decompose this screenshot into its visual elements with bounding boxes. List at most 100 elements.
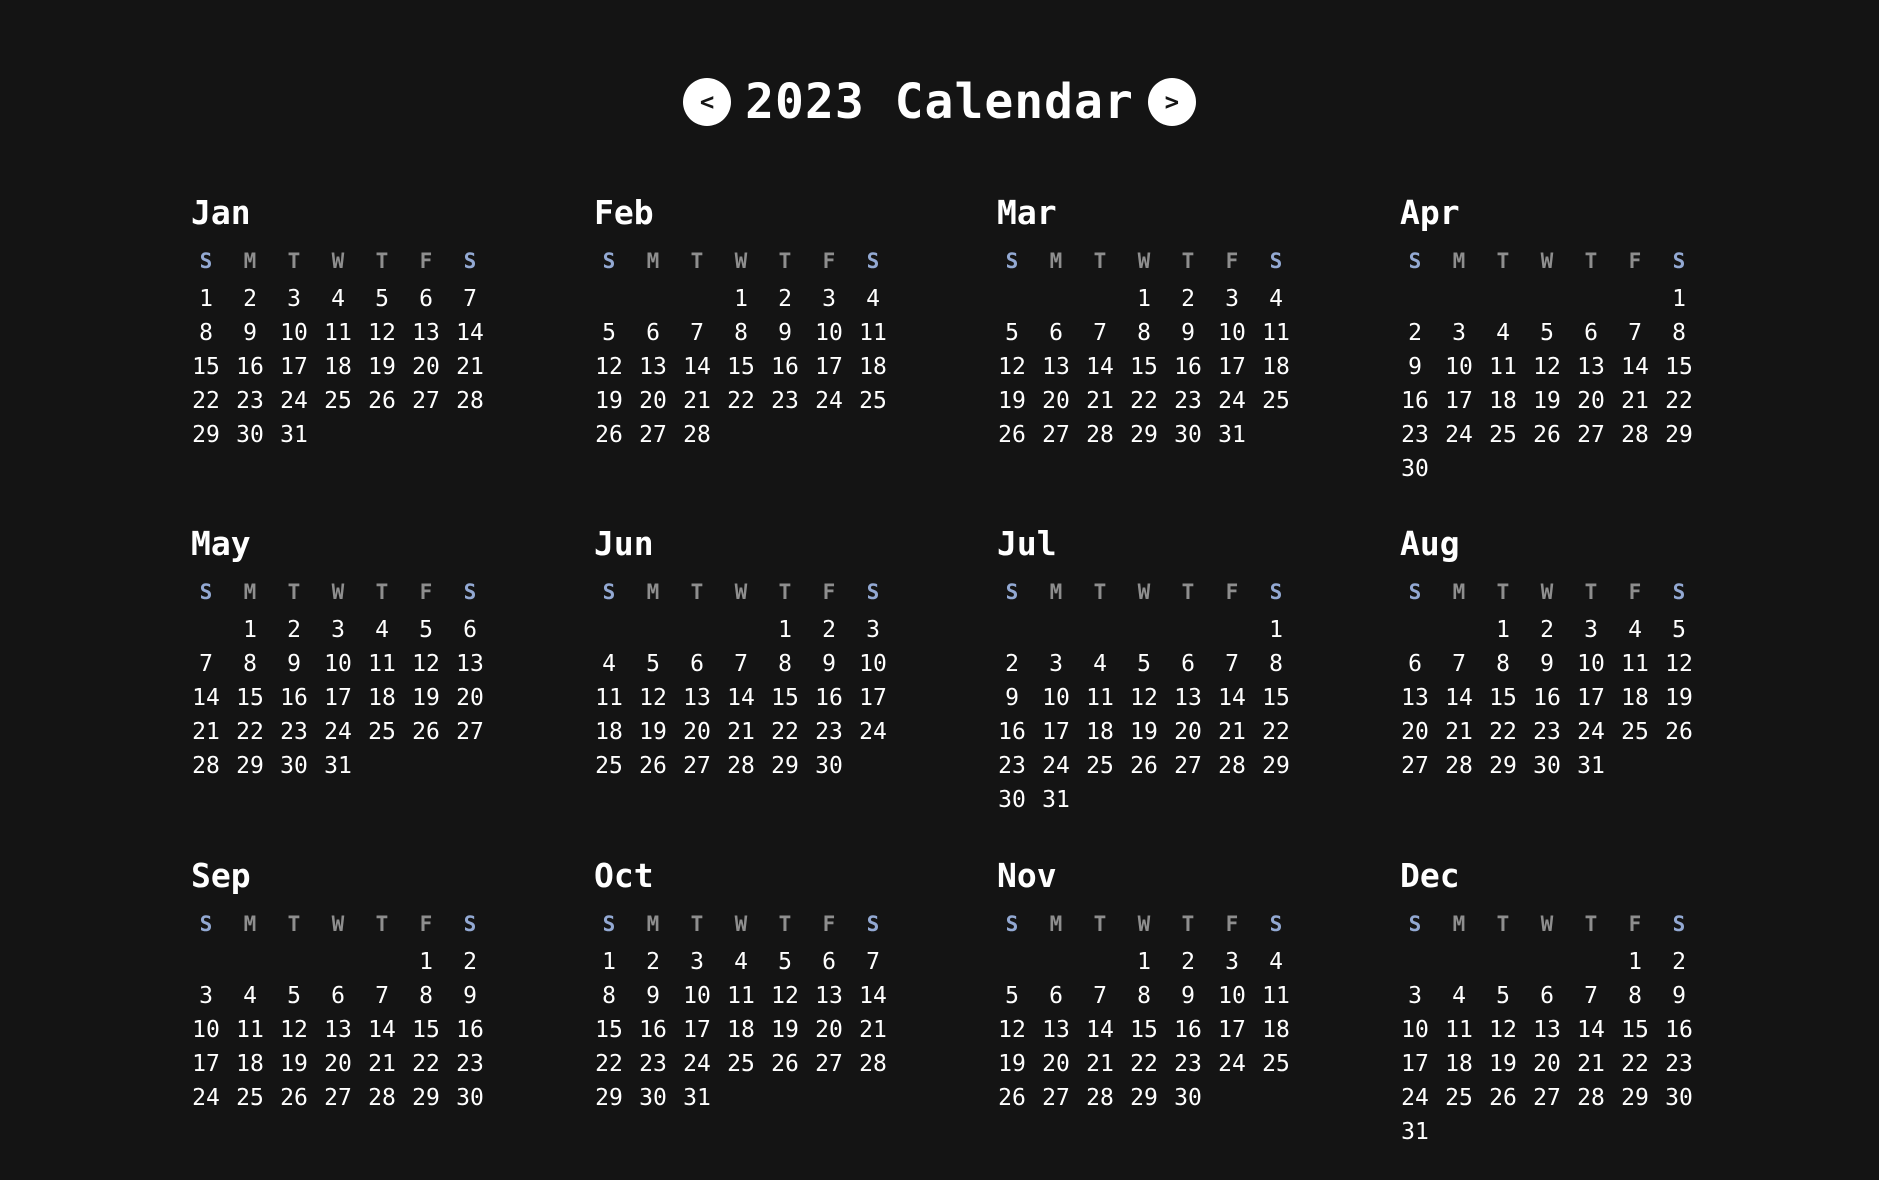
day-cell[interactable]: 22 — [763, 715, 807, 749]
day-cell[interactable]: 24 — [272, 384, 316, 418]
day-cell[interactable]: 29 — [184, 418, 228, 452]
day-cell[interactable]: 17 — [316, 681, 360, 715]
day-cell[interactable]: 6 — [1034, 316, 1078, 350]
day-cell[interactable]: 24 — [675, 1047, 719, 1081]
day-cell[interactable]: 31 — [272, 418, 316, 452]
day-cell[interactable]: 21 — [1210, 715, 1254, 749]
day-cell[interactable]: 16 — [631, 1013, 675, 1047]
day-cell[interactable]: 13 — [404, 316, 448, 350]
day-cell[interactable]: 7 — [184, 647, 228, 681]
day-cell[interactable]: 12 — [1481, 1013, 1525, 1047]
day-cell[interactable]: 10 — [184, 1013, 228, 1047]
day-cell[interactable]: 19 — [1525, 384, 1569, 418]
day-cell[interactable]: 18 — [1254, 1013, 1298, 1047]
day-cell[interactable]: 18 — [1078, 715, 1122, 749]
day-cell[interactable]: 17 — [1569, 681, 1613, 715]
day-cell[interactable]: 12 — [1122, 681, 1166, 715]
day-cell[interactable]: 14 — [1613, 350, 1657, 384]
day-cell[interactable]: 16 — [1525, 681, 1569, 715]
day-cell[interactable]: 8 — [184, 316, 228, 350]
day-cell[interactable]: 29 — [1122, 1081, 1166, 1115]
day-cell[interactable]: 4 — [1613, 613, 1657, 647]
day-cell[interactable]: 3 — [1210, 282, 1254, 316]
day-cell[interactable]: 26 — [631, 749, 675, 783]
day-cell[interactable]: 8 — [1122, 316, 1166, 350]
day-cell[interactable]: 13 — [448, 647, 492, 681]
day-cell[interactable]: 18 — [360, 681, 404, 715]
day-cell[interactable]: 20 — [1525, 1047, 1569, 1081]
day-cell[interactable]: 7 — [675, 316, 719, 350]
day-cell[interactable]: 2 — [763, 282, 807, 316]
day-cell[interactable]: 6 — [1034, 979, 1078, 1013]
day-cell[interactable]: 5 — [631, 647, 675, 681]
day-cell[interactable]: 11 — [1254, 316, 1298, 350]
day-cell[interactable]: 16 — [272, 681, 316, 715]
day-cell[interactable]: 4 — [719, 945, 763, 979]
day-cell[interactable]: 8 — [1657, 316, 1701, 350]
day-cell[interactable]: 28 — [184, 749, 228, 783]
day-cell[interactable]: 12 — [360, 316, 404, 350]
day-cell[interactable]: 2 — [272, 613, 316, 647]
day-cell[interactable]: 23 — [631, 1047, 675, 1081]
day-cell[interactable]: 20 — [631, 384, 675, 418]
day-cell[interactable]: 22 — [1657, 384, 1701, 418]
day-cell[interactable]: 11 — [1078, 681, 1122, 715]
day-cell[interactable]: 15 — [228, 681, 272, 715]
day-cell[interactable]: 24 — [807, 384, 851, 418]
day-cell[interactable]: 24 — [316, 715, 360, 749]
day-cell[interactable]: 13 — [807, 979, 851, 1013]
day-cell[interactable]: 23 — [448, 1047, 492, 1081]
day-cell[interactable]: 16 — [1393, 384, 1437, 418]
day-cell[interactable]: 3 — [316, 613, 360, 647]
day-cell[interactable]: 22 — [404, 1047, 448, 1081]
day-cell[interactable]: 27 — [1525, 1081, 1569, 1115]
day-cell[interactable]: 7 — [719, 647, 763, 681]
day-cell[interactable]: 17 — [1393, 1047, 1437, 1081]
day-cell[interactable]: 26 — [272, 1081, 316, 1115]
day-cell[interactable]: 26 — [587, 418, 631, 452]
day-cell[interactable]: 3 — [1437, 316, 1481, 350]
day-cell[interactable]: 11 — [1613, 647, 1657, 681]
day-cell[interactable]: 6 — [807, 945, 851, 979]
day-cell[interactable]: 5 — [587, 316, 631, 350]
day-cell[interactable]: 12 — [1525, 350, 1569, 384]
day-cell[interactable]: 5 — [1657, 613, 1701, 647]
day-cell[interactable]: 16 — [1166, 350, 1210, 384]
day-cell[interactable]: 31 — [1569, 749, 1613, 783]
day-cell[interactable]: 23 — [272, 715, 316, 749]
day-cell[interactable]: 21 — [448, 350, 492, 384]
day-cell[interactable]: 1 — [1122, 945, 1166, 979]
day-cell[interactable]: 10 — [272, 316, 316, 350]
day-cell[interactable]: 22 — [719, 384, 763, 418]
day-cell[interactable]: 21 — [1078, 384, 1122, 418]
day-cell[interactable]: 28 — [1078, 418, 1122, 452]
day-cell[interactable]: 19 — [763, 1013, 807, 1047]
day-cell[interactable]: 7 — [1078, 979, 1122, 1013]
day-cell[interactable]: 3 — [1034, 647, 1078, 681]
day-cell[interactable]: 28 — [851, 1047, 895, 1081]
day-cell[interactable]: 14 — [184, 681, 228, 715]
day-cell[interactable]: 25 — [1481, 418, 1525, 452]
day-cell[interactable]: 14 — [360, 1013, 404, 1047]
day-cell[interactable]: 20 — [675, 715, 719, 749]
day-cell[interactable]: 15 — [1613, 1013, 1657, 1047]
day-cell[interactable]: 23 — [228, 384, 272, 418]
day-cell[interactable]: 2 — [990, 647, 1034, 681]
day-cell[interactable]: 11 — [1481, 350, 1525, 384]
day-cell[interactable]: 16 — [807, 681, 851, 715]
day-cell[interactable]: 4 — [1078, 647, 1122, 681]
day-cell[interactable]: 24 — [1210, 384, 1254, 418]
day-cell[interactable]: 14 — [719, 681, 763, 715]
next-year-button[interactable]: > — [1147, 78, 1196, 126]
day-cell[interactable]: 22 — [1254, 715, 1298, 749]
day-cell[interactable]: 31 — [675, 1081, 719, 1115]
day-cell[interactable]: 20 — [1393, 715, 1437, 749]
day-cell[interactable]: 23 — [1166, 384, 1210, 418]
day-cell[interactable]: 17 — [1210, 1013, 1254, 1047]
day-cell[interactable]: 13 — [1034, 1013, 1078, 1047]
day-cell[interactable]: 6 — [1525, 979, 1569, 1013]
day-cell[interactable]: 27 — [404, 384, 448, 418]
day-cell[interactable]: 24 — [1393, 1081, 1437, 1115]
day-cell[interactable]: 19 — [404, 681, 448, 715]
day-cell[interactable]: 1 — [763, 613, 807, 647]
